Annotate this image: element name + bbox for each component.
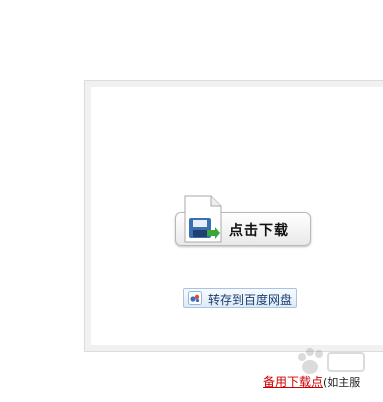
download-button[interactable]: 点击下载 [175,194,311,248]
page: 点击下载 转存到百度网盘 备用下载点(如主服 [0,0,383,402]
alt-download-link[interactable]: 备用下载点 [263,375,323,389]
alt-download-line: 备用下载点(如主服 [263,373,360,390]
alt-download-note: (如主服 [323,376,361,389]
download-panel: 点击下载 转存到百度网盘 [84,80,383,352]
save-to-baidu-disk-button[interactable]: 转存到百度网盘 [183,288,297,308]
floppy-disk-file-icon [184,195,222,243]
save-to-baidu-disk-label: 转存到百度网盘 [208,293,293,307]
download-button-label: 点击下载 [229,223,289,239]
baidu-cloud-icon [188,291,202,305]
download-panel-inner: 点击下载 转存到百度网盘 [91,87,383,345]
